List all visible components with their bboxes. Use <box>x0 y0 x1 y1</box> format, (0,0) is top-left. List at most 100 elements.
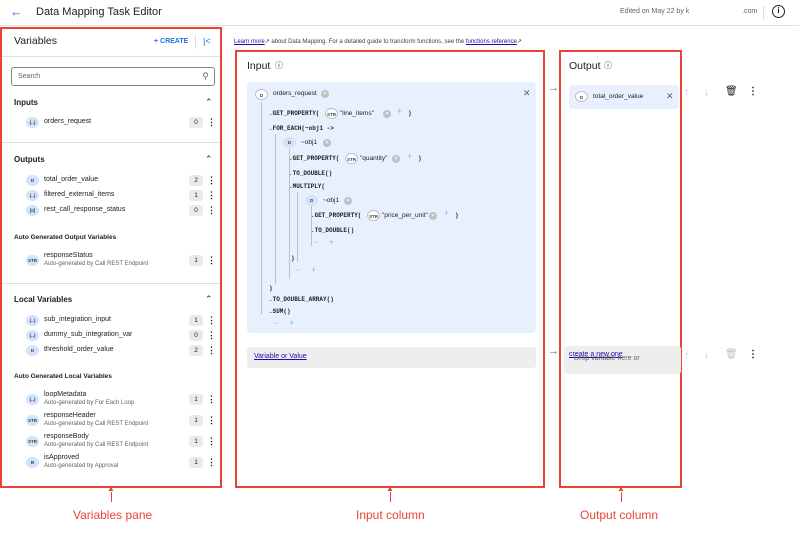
create-button[interactable]: + CREATE <box>154 38 188 45</box>
more-options-icon[interactable]: ⋮ <box>207 254 216 266</box>
add-icon[interactable]: + <box>444 208 449 218</box>
function-sum[interactable]: .SUM() <box>269 308 291 315</box>
output-variable-card[interactable]: D total_order_value ✕ <box>569 85 679 109</box>
variable-row[interactable]: {..} sub_integration_input 1 ⋮ <box>26 315 216 327</box>
close-icon[interactable]: ✕ <box>666 91 674 102</box>
variable-row[interactable]: B isApproved Auto-generated by Approval … <box>26 453 216 475</box>
variable-or-value-link[interactable]: Variable or Value <box>254 353 307 360</box>
variable-name: sub_integration_input <box>44 316 111 323</box>
more-options-icon[interactable]: ⋮ <box>207 344 216 356</box>
variable-row[interactable]: {..} orders_request 0 ⋮ <box>26 117 216 129</box>
functions-reference-link[interactable]: functions reference <box>466 39 517 45</box>
more-options-icon[interactable]: ⋮ <box>207 189 216 201</box>
chevron-up-icon[interactable]: ⌃ <box>205 294 213 305</box>
variable-row[interactable]: D threshold_order_value 2 ⋮ <box>26 345 216 357</box>
more-options-icon[interactable]: ⋮ <box>207 329 216 341</box>
type-chip: {..} <box>26 330 39 341</box>
drop-zone[interactable]: Drop variable here or create a new one <box>564 346 681 374</box>
delete-icon[interactable]: 🗑 <box>725 349 738 360</box>
function-to-double[interactable]: .TO_DOUBLE() <box>289 170 332 177</box>
type-chip: {..} <box>26 117 39 128</box>
delete-icon[interactable]: 🗑 <box>725 86 738 97</box>
arrow-up-icon[interactable]: ↑ <box>684 87 689 98</box>
more-options-icon[interactable]: ⋮ <box>207 174 216 186</box>
remove-icon[interactable]: ✕ <box>383 110 391 118</box>
annotation-line <box>621 492 622 502</box>
info-icon[interactable]: ⓘ <box>604 60 612 71</box>
chevron-up-icon[interactable]: ⌃ <box>205 97 213 108</box>
arrow-down-icon[interactable]: ↓ <box>704 87 709 98</box>
remove-icon[interactable]: ✕ <box>429 212 437 220</box>
variable-name[interactable]: orders_request <box>273 90 317 97</box>
output-column: Output ⓘ D total_order_value ✕ Drop vari… <box>559 50 682 488</box>
more-options-icon[interactable]: ⋮ <box>207 414 216 426</box>
type-chip: [0] <box>26 205 39 216</box>
more-options-icon[interactable]: ⋮ <box>748 86 758 97</box>
external-link-icon: ↗ <box>516 39 522 45</box>
more-options-icon[interactable]: ⋮ <box>207 116 216 128</box>
variable-row[interactable]: STR responseStatus Auto-generated by Cal… <box>26 251 216 273</box>
remove-function-icon[interactable]: − <box>313 237 318 247</box>
more-options-icon[interactable]: ⋮ <box>748 349 758 360</box>
variable-row[interactable]: {..} filtered_external_items 1 ⋮ <box>26 190 216 202</box>
variable-name[interactable]: ~obj1 <box>323 197 339 204</box>
remove-icon[interactable]: ✕ <box>392 155 400 163</box>
more-options-icon[interactable]: ⋮ <box>207 314 216 326</box>
mapping-expression-card[interactable]: ✕ D orders_request ✕ .GET_PROPERTY( STR … <box>247 82 536 333</box>
variable-or-value-input[interactable]: Variable or Value <box>247 347 536 368</box>
string-value[interactable]: "price_per_unit" <box>382 212 428 219</box>
output-title: Output <box>569 60 601 72</box>
remove-function-icon[interactable]: − <box>295 265 300 275</box>
variable-name: orders_request <box>44 118 92 125</box>
add-function-icon[interactable]: + <box>289 318 294 328</box>
info-icon[interactable]: ⓘ <box>275 60 283 71</box>
variable-row[interactable]: {..} dummy_sub_integration_var 0 ⋮ <box>26 330 216 342</box>
type-chip: D <box>305 195 318 206</box>
add-icon[interactable]: + <box>397 106 402 116</box>
more-options-icon[interactable]: ⋮ <box>207 204 216 216</box>
function-for-each[interactable]: .FOR_EACH(~obj1 -> <box>269 125 334 132</box>
more-options-icon[interactable]: ⋮ <box>207 435 216 447</box>
variable-row[interactable]: [0] rest_call_response_status 0 ⋮ <box>26 205 216 217</box>
arrow-right-icon: → <box>548 345 559 357</box>
function-multiply[interactable]: .MULTIPLY( <box>289 183 325 190</box>
arrow-down-icon[interactable]: ↓ <box>704 350 709 361</box>
more-options-icon[interactable]: ⋮ <box>207 393 216 405</box>
remove-function-icon[interactable]: − <box>273 318 278 328</box>
search-icon: ⚲ <box>202 71 209 81</box>
variable-source: Auto-generated by Approval <box>44 463 119 469</box>
info-icon[interactable]: i <box>772 5 785 18</box>
function-get-property[interactable]: .GET_PROPERTY( <box>289 155 339 162</box>
variable-name: total_order_value <box>44 176 99 183</box>
close-paren: ) <box>269 285 273 292</box>
usage-count-badge: 1 <box>189 255 203 266</box>
learn-more-link[interactable]: Learn more <box>234 39 265 45</box>
search-input[interactable]: Search ⚲ <box>11 67 215 86</box>
remove-icon[interactable]: ✕ <box>344 197 352 205</box>
collapse-panel-icon[interactable]: |< <box>203 36 211 46</box>
chevron-up-icon[interactable]: ⌃ <box>205 154 213 165</box>
add-icon[interactable]: + <box>407 151 412 161</box>
function-get-property[interactable]: .GET_PROPERTY( <box>311 212 361 219</box>
function-to-double[interactable]: .TO_DOUBLE() <box>311 227 354 234</box>
variable-row[interactable]: {..} loopMetadata Auto-generated by For … <box>26 390 216 412</box>
variable-name[interactable]: ~obj1 <box>301 139 317 146</box>
close-icon[interactable]: ✕ <box>523 88 531 99</box>
function-get-property[interactable]: .GET_PROPERTY( <box>269 110 319 117</box>
back-arrow-icon[interactable]: ← <box>10 5 24 19</box>
variable-row[interactable]: D total_order_value 2 ⋮ <box>26 175 216 187</box>
add-function-icon[interactable]: + <box>311 265 316 275</box>
function-to-double-array[interactable]: .TO_DOUBLE_ARRAY() <box>269 296 334 303</box>
remove-icon[interactable]: ✕ <box>323 139 331 147</box>
remove-icon[interactable]: ✕ <box>321 90 329 98</box>
string-value[interactable]: "line_items" <box>340 110 374 117</box>
more-options-icon[interactable]: ⋮ <box>207 456 216 468</box>
usage-count-badge: 2 <box>189 345 203 356</box>
arrow-up-icon[interactable]: ↑ <box>684 350 689 361</box>
variable-row[interactable]: STR responseHeader Auto-generated by Cal… <box>26 411 216 433</box>
divider <box>195 35 196 49</box>
variable-row[interactable]: STR responseBody Auto-generated by Call … <box>26 432 216 454</box>
close-paren: ) <box>418 155 422 162</box>
string-value[interactable]: "quantity" <box>360 155 387 162</box>
add-function-icon[interactable]: + <box>329 237 334 247</box>
